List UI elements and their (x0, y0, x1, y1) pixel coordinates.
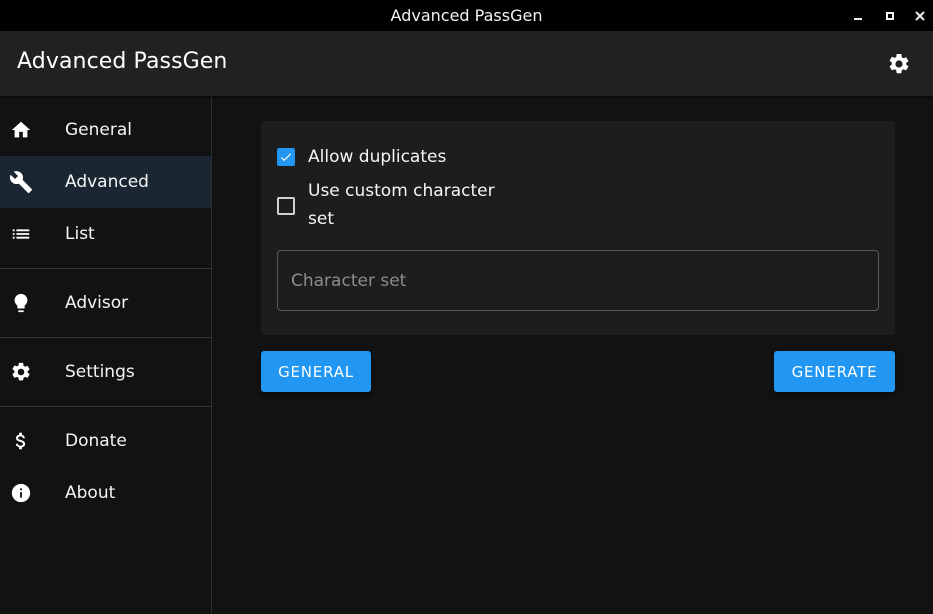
maximize-button[interactable] (876, 0, 904, 31)
sidebar-item-label: Advanced (65, 172, 149, 192)
appbar-settings-button[interactable] (884, 49, 914, 79)
custom-charset-label: Use custom character set (308, 181, 495, 229)
allow-duplicates-checkbox[interactable] (277, 148, 295, 166)
minimize-icon (854, 17, 862, 20)
sidebar: General Advanced List Advisor Settings D… (0, 96, 212, 614)
sidebar-item-label: About (65, 483, 116, 503)
window-title: Advanced PassGen (390, 6, 543, 25)
app-bar: Advanced PassGen (0, 31, 933, 96)
sidebar-item-donate[interactable]: Donate (0, 415, 211, 467)
sidebar-divider (0, 337, 211, 338)
custom-charset-row[interactable]: Use custom character set (277, 181, 495, 229)
gear-icon (9, 360, 33, 384)
checkmark-icon (280, 153, 292, 162)
general-button[interactable]: GENERAL (261, 351, 371, 392)
gear-icon (889, 53, 909, 74)
sidebar-item-label: General (65, 120, 132, 140)
sidebar-item-label: Donate (65, 431, 127, 451)
advanced-options-card: Allow duplicates Use custom character se… (261, 121, 895, 335)
sidebar-item-about[interactable]: About (0, 467, 211, 519)
sidebar-item-advisor[interactable]: Advisor (0, 277, 211, 329)
maximize-icon (886, 11, 894, 20)
sidebar-item-label: Advisor (65, 293, 129, 313)
home-icon (9, 118, 33, 142)
list-icon (9, 222, 33, 246)
minimize-button[interactable] (844, 0, 872, 31)
sidebar-item-label: Settings (65, 362, 135, 382)
close-icon (915, 10, 925, 21)
lightbulb-icon (9, 291, 33, 315)
close-button[interactable] (906, 0, 933, 31)
sidebar-item-label: List (65, 224, 95, 244)
sidebar-divider (0, 406, 211, 407)
dollar-icon (9, 429, 33, 453)
custom-charset-checkbox[interactable] (277, 197, 295, 215)
allow-duplicates-row[interactable]: Allow duplicates (277, 147, 446, 167)
wrench-icon (9, 170, 33, 194)
app-window: Advanced PassGen Advanced PassGen Genera… (0, 0, 933, 614)
window-titlebar[interactable]: Advanced PassGen (0, 0, 933, 31)
generate-button[interactable]: GENERATE (774, 351, 895, 392)
character-set-input[interactable] (277, 250, 879, 311)
info-icon (9, 481, 33, 505)
sidebar-item-general[interactable]: General (0, 104, 211, 156)
app-title: Advanced PassGen (17, 49, 228, 74)
allow-duplicates-label: Allow duplicates (308, 147, 447, 167)
sidebar-divider (0, 268, 211, 269)
sidebar-item-settings[interactable]: Settings (0, 346, 211, 398)
sidebar-item-advanced[interactable]: Advanced (0, 156, 211, 208)
sidebar-item-list[interactable]: List (0, 208, 211, 260)
